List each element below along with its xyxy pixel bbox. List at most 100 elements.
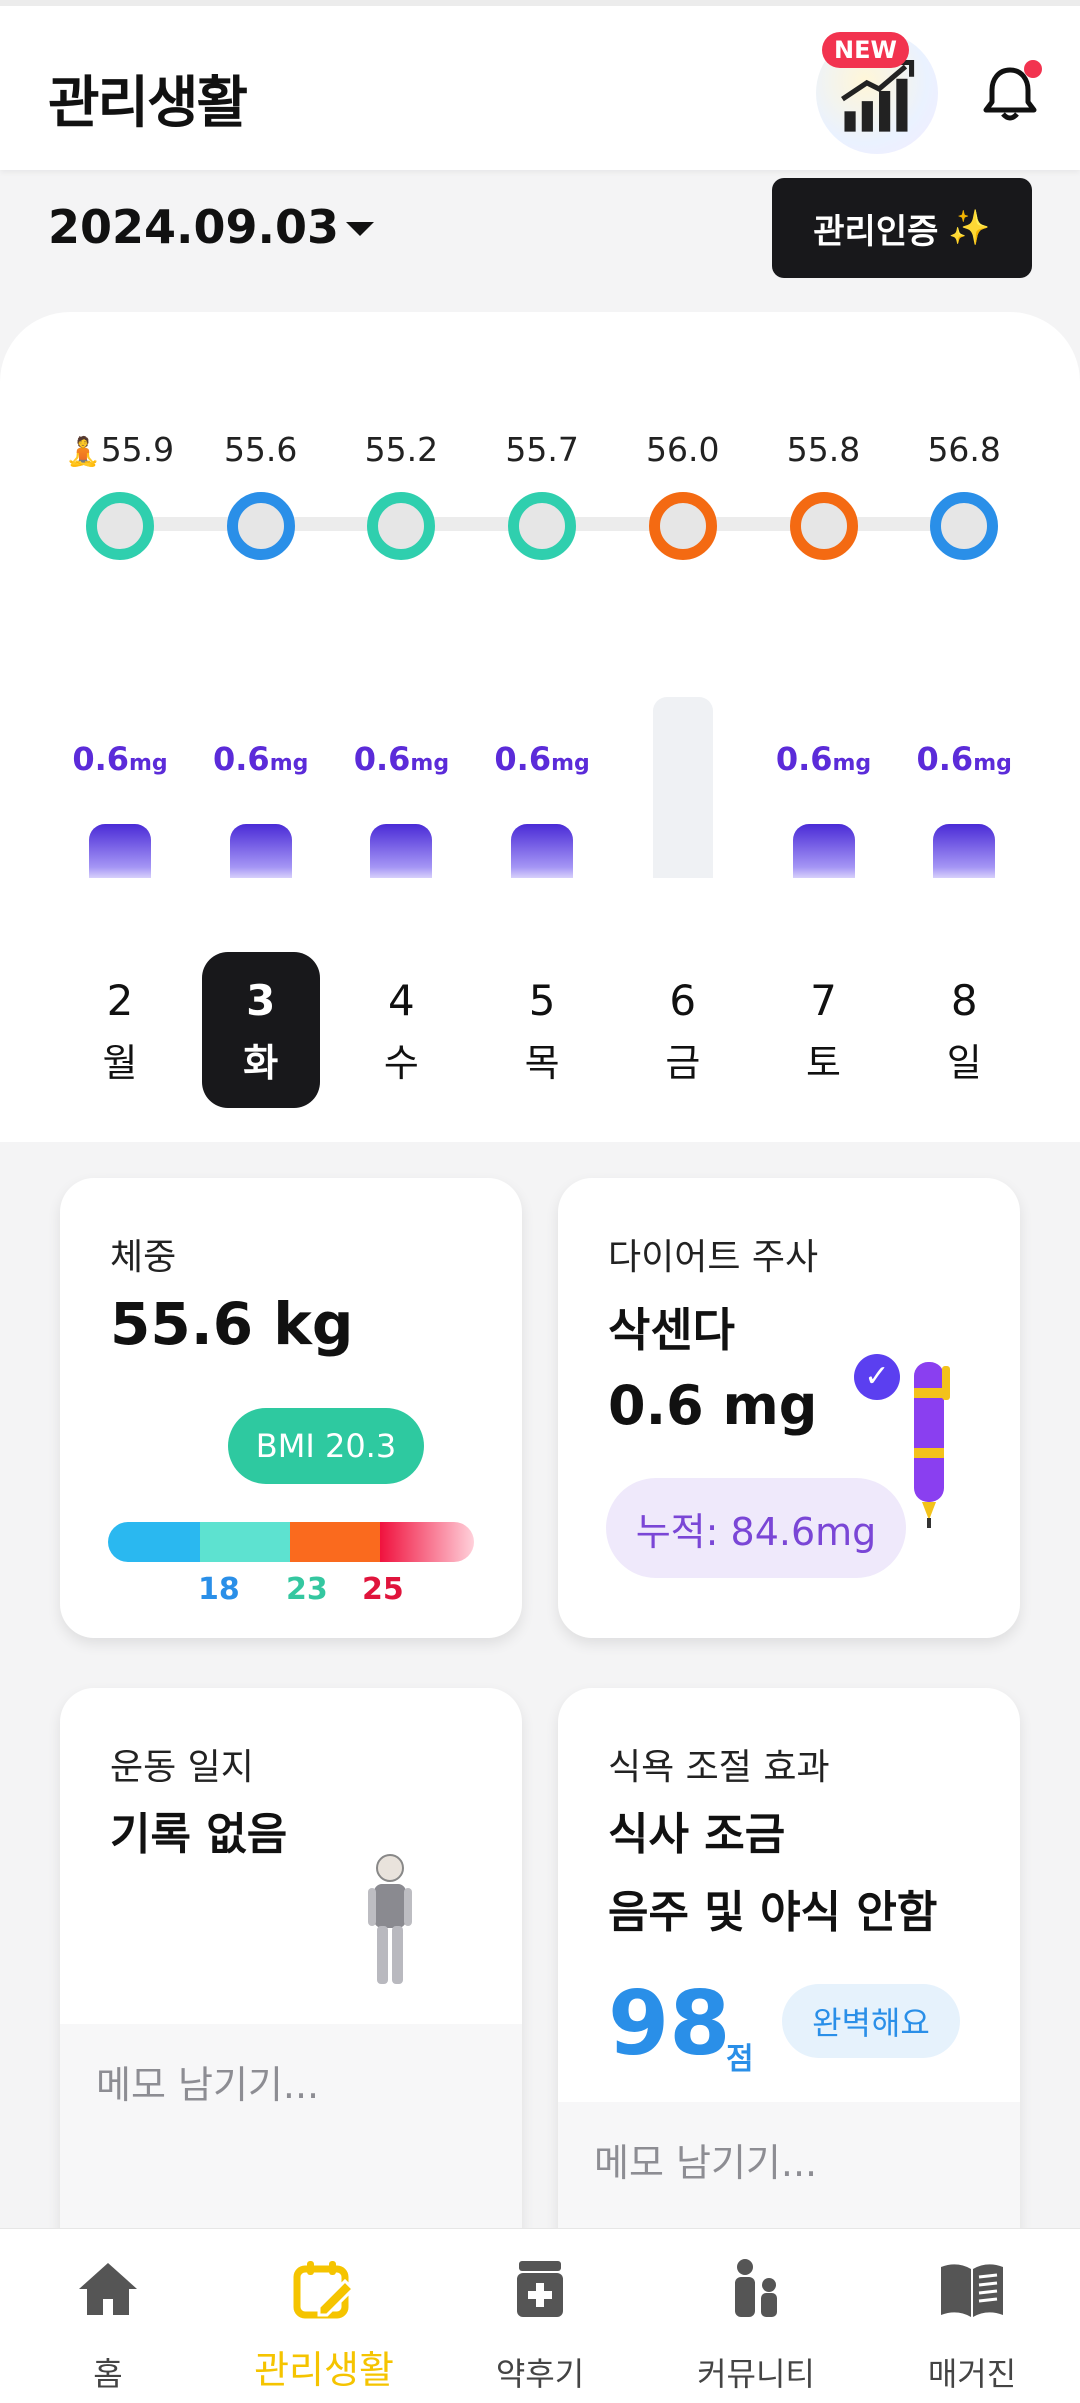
- dose-bar: [89, 824, 151, 878]
- day-dose-unit: mg: [973, 751, 1012, 776]
- nav-item-label: 약후기: [495, 2355, 585, 2393]
- nav-item[interactable]: 홈: [0, 2229, 216, 2403]
- day-name: 월: [102, 1041, 138, 1085]
- home-icon: [79, 2263, 137, 2315]
- day-weight: 56.8: [904, 430, 1024, 469]
- day-dose: 0.6mg: [201, 740, 321, 778]
- week-overview: 🧘55.9 0.6mg 2 월 55.6 0.6mg 3 화 55.2 0.6mg 4 수 55.7 0.…: [0, 312, 1080, 1142]
- day-column[interactable]: 🧘55.9 0.6mg 2 월: [60, 312, 180, 1142]
- day-dose: 0.6mg: [482, 740, 602, 778]
- weight-status-dot: [789, 492, 858, 560]
- certification-label: 관리인증: [813, 211, 939, 252]
- day-dose-unit: mg: [832, 751, 872, 776]
- weight-status-dot: [508, 492, 577, 560]
- bottom-navigation: 홈 관리생활 약후기 커뮤니티 매거진: [0, 2228, 1080, 2403]
- medicine-icon: [517, 2261, 563, 2317]
- day-number: 2: [106, 976, 134, 1025]
- day-dose-unit: mg: [129, 751, 168, 776]
- dose-bar: [229, 824, 292, 878]
- day-weight-value: 56.8: [927, 430, 1001, 469]
- dose-bar: [792, 824, 855, 878]
- day-dose: 0.6mg: [60, 740, 180, 778]
- day-weight: 🧘55.9: [60, 430, 180, 469]
- appetite-line-2: 음주 및 야식 안함: [608, 1887, 938, 1938]
- day-column[interactable]: 55.2 0.6mg 4 수: [341, 312, 461, 1142]
- day-weight-value: 55.2: [364, 430, 439, 469]
- nav-item-label: 관리생활: [254, 2348, 394, 2392]
- dose-bar: [511, 824, 574, 878]
- day-weight: 55.8: [764, 430, 884, 469]
- exercise-status: 기록 없음: [110, 1809, 288, 1860]
- day-weight: 55.6: [201, 430, 321, 469]
- memo-placeholder: 메모 남기기...: [594, 2141, 818, 2185]
- day-weight: 55.2: [341, 430, 461, 469]
- weight-status-dot: [86, 492, 154, 560]
- weight-status-dot: [648, 492, 717, 560]
- weight-status-dot: [930, 492, 999, 560]
- bmi-tick-label: 25: [362, 1572, 404, 1607]
- day-number: 4: [388, 976, 415, 1025]
- day-dose-value: 0.6: [213, 740, 270, 778]
- nav-item[interactable]: 커뮤니티: [648, 2229, 864, 2403]
- weight-card[interactable]: 체중 55.6 kg BMI 20.3 18 23 25: [60, 1178, 522, 1638]
- day-number: 8: [950, 976, 978, 1025]
- bmi-scale: [108, 1522, 474, 1562]
- certification-button[interactable]: 관리인증 ✨: [772, 178, 1032, 278]
- day-column[interactable]: 55.7 0.6mg 5 목: [482, 312, 602, 1142]
- exercise-label: 운동 일지: [110, 1747, 254, 1788]
- calendar-edit-icon: [293, 2261, 356, 2319]
- chevron-down-icon[interactable]: [346, 222, 374, 236]
- bmi-tick-label: 18: [198, 1572, 240, 1607]
- date-bar: 2024.09.03 관리인증 ✨: [0, 170, 1080, 320]
- injection-card[interactable]: 다이어트 주사 삭센다 0.6 mg ✓ 누적: 84.6mg: [558, 1178, 1020, 1638]
- nav-item-label: 매거진: [927, 2355, 1017, 2393]
- nav-item[interactable]: 약후기: [432, 2229, 648, 2403]
- day-weight: 56.0: [623, 430, 743, 469]
- weight-value: 55.6 kg: [110, 1290, 354, 1358]
- nav-item[interactable]: 매거진: [864, 2229, 1080, 2403]
- person-figure-icon: [368, 1854, 412, 1984]
- injection-pen-icon: [914, 1362, 950, 1528]
- day-dose-value: 0.6: [353, 740, 411, 778]
- day-column[interactable]: 55.8 0.6mg 7 토: [764, 312, 884, 1142]
- bmi-scale-segment: [380, 1522, 474, 1562]
- appetite-card[interactable]: 식욕 조절 효과 식사 조금 음주 및 야식 안함 98 점 완벽해요 메모 남…: [558, 1688, 1020, 2288]
- day-weight-value: 55.8: [786, 430, 861, 469]
- day-dose-value: 0.6: [775, 740, 833, 778]
- meditation-icon: 🧘: [65, 435, 101, 468]
- injection-label: 다이어트 주사: [608, 1237, 819, 1278]
- score-unit: 점: [726, 2042, 754, 2077]
- day-number: 7: [810, 976, 837, 1025]
- appetite-label: 식욕 조절 효과: [608, 1747, 830, 1788]
- appetite-line-1: 식사 조금: [608, 1809, 786, 1860]
- day-name: 화: [243, 1041, 279, 1085]
- magazine-icon: [941, 2264, 1003, 2317]
- weight-status-dot: [226, 492, 295, 560]
- drug-name: 삭센다: [608, 1303, 735, 1357]
- bmi-scale-segment: [108, 1522, 200, 1562]
- appetite-score: 98: [608, 1972, 731, 2075]
- day-name: 수: [383, 1041, 419, 1085]
- day-column[interactable]: 56.0 6 금: [623, 312, 743, 1142]
- day-dose-unit: mg: [269, 751, 309, 776]
- top-bar: 관리생활 NEW: [0, 0, 1080, 170]
- nav-item-label: 커뮤니티: [697, 2355, 815, 2393]
- nav-item[interactable]: 관리생활: [216, 2229, 432, 2403]
- day-column[interactable]: 55.6 0.6mg 3 화: [201, 312, 321, 1142]
- weight-status-dot: [367, 492, 436, 560]
- day-dose-value: 0.6: [72, 740, 129, 778]
- day-dose-value: 0.6: [494, 740, 552, 778]
- day-name: 목: [524, 1041, 560, 1085]
- weight-label: 체중: [110, 1237, 177, 1278]
- new-badge: NEW: [822, 32, 909, 68]
- day-dose: 0.6mg: [341, 740, 461, 778]
- day-dose: 0.6mg: [764, 740, 884, 778]
- day-column[interactable]: 56.8 0.6mg 8 일: [904, 312, 1024, 1142]
- exercise-card[interactable]: 운동 일지 기록 없음 메모 남기기...: [60, 1688, 522, 2288]
- day-weight: 55.7: [482, 430, 602, 469]
- bmi-scale-segment: [200, 1522, 290, 1562]
- dose-bar: [370, 824, 433, 878]
- nav-item-label: 홈: [93, 2355, 123, 2393]
- day-dose-unit: mg: [551, 751, 590, 776]
- date-selector[interactable]: 2024.09.03: [48, 200, 339, 254]
